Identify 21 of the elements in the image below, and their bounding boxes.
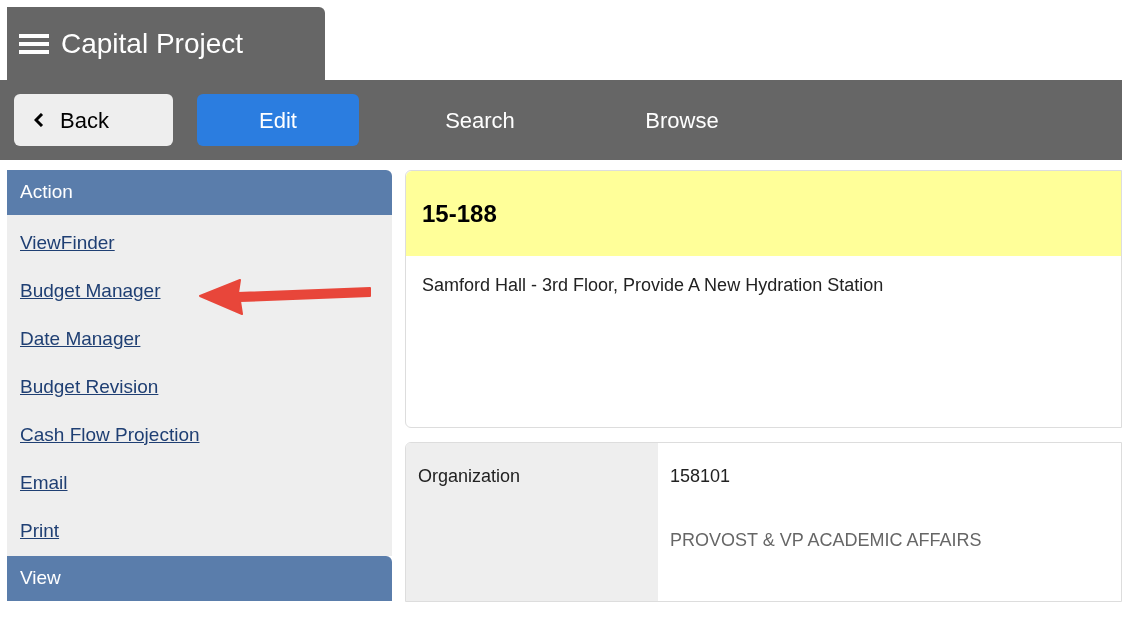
record-id: 15-188	[422, 198, 497, 229]
back-button[interactable]: Back	[14, 94, 173, 146]
chevron-left-icon	[34, 113, 44, 127]
section-header[interactable]: View	[7, 556, 392, 601]
nav-tab[interactable]: Edit	[197, 94, 359, 146]
sidebar-link[interactable]: Print	[20, 515, 60, 546]
field-detail: PROVOST & VP ACADEMIC AFFAIRS	[670, 529, 983, 552]
sidebar-link[interactable]: Budget Revision	[20, 371, 159, 402]
record-description: Samford Hall - 3rd Floor, Provide A New Hydration Station	[421, 274, 885, 297]
nav-tab[interactable]: Search	[399, 94, 561, 146]
app-title: Capital Project	[61, 26, 244, 61]
sidebar-link[interactable]: Date Manager	[20, 323, 141, 354]
sidebar-link[interactable]: ViewFinder	[20, 227, 115, 258]
sidebar-link[interactable]: Budget Manager	[20, 275, 161, 306]
field-label-cell: Organization	[406, 443, 658, 601]
field-value: 158101	[670, 465, 732, 488]
nav-tab[interactable]: Browse	[601, 94, 763, 146]
sidebar-link[interactable]: Email	[20, 467, 68, 498]
menu-icon[interactable]	[19, 32, 49, 55]
sidebar-link[interactable]: Cash Flow Projection	[20, 419, 200, 450]
section-header[interactable]: Action	[7, 170, 392, 215]
